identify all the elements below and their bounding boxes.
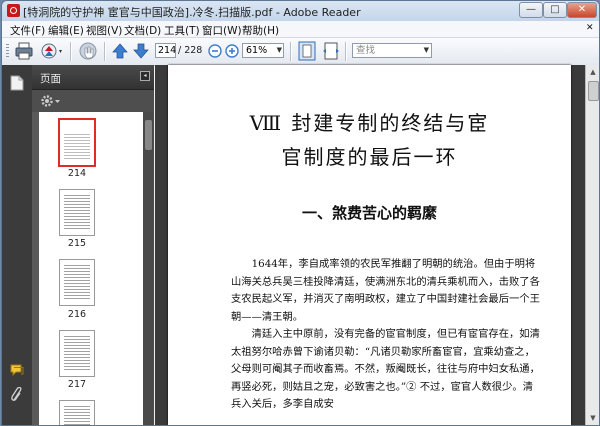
toolbar: 214 / 228 61% ▼ 查找 ▼: [2, 37, 599, 66]
window-title: [特洞院的守护神 宦官与中国政治].冷冬.扫描版.pdf - Adobe Rea…: [23, 6, 361, 19]
minimize-button[interactable]: —: [519, 2, 543, 18]
thumbnail-label: 214: [67, 168, 87, 179]
close-button[interactable]: ✕: [567, 2, 597, 18]
search-placeholder: 查找: [356, 45, 376, 56]
thumbnail-page-218[interactable]: [59, 400, 95, 425]
print-icon[interactable]: [14, 41, 34, 61]
menu-file[interactable]: 文件(F): [10, 23, 45, 38]
comments-icon[interactable]: [10, 362, 24, 378]
menu-close-doc-icon[interactable]: ✕: [586, 23, 594, 33]
panel-options-bar: [32, 90, 154, 112]
menu-bar: 文件(F) 编辑(E) 视图(V) 文档(D) 工具(T) 窗口(W) 帮助(H…: [2, 21, 599, 37]
attachments-icon[interactable]: [10, 387, 24, 403]
search-input[interactable]: 查找 ▼: [352, 43, 432, 58]
next-page-icon[interactable]: [133, 41, 149, 61]
menu-view[interactable]: 视图(V): [86, 23, 122, 38]
document-area: Ⅷ 封建专制的终结与宦 官制度的最后一环 一、煞费苦心的羁縻 1644年，李自成…: [155, 65, 599, 425]
thumbnail-label: 216: [67, 309, 87, 320]
maximize-button[interactable]: □: [543, 2, 567, 18]
document-page: Ⅷ 封建专制的终结与宦 官制度的最后一环 一、煞费苦心的羁縻 1644年，李自成…: [168, 65, 571, 425]
share-icon[interactable]: [40, 41, 64, 61]
menu-tools[interactable]: 工具(T): [164, 23, 200, 38]
collapse-panel-button[interactable]: ◂: [140, 71, 150, 81]
menu-window[interactable]: 窗口(W): [202, 23, 242, 38]
thumbnail-scrollbar[interactable]: [143, 112, 154, 425]
paragraph-1: 1644年，李自成率领的农民军推翻了明朝的统治。但由于明将山海关总兵吴三桂投降清…: [231, 258, 540, 323]
thumbnail-page-216[interactable]: [59, 259, 95, 306]
reader-window: [特洞院的守护神 宦官与中国政治].冷冬.扫描版.pdf - Adobe Rea…: [1, 0, 600, 426]
chapter-title-line-1: Ⅷ 封建专制的终结与宦: [249, 111, 490, 135]
page-number-input[interactable]: 214: [155, 43, 176, 58]
scroll-down-icon[interactable]: ▼: [586, 411, 599, 425]
toolbar-grip[interactable]: [6, 44, 9, 59]
pages-panel: 页面 ◂ 214 215 216 217: [32, 65, 154, 425]
title-bar: [特洞院的守护神 宦官与中国政治].冷冬.扫描版.pdf - Adobe Rea…: [2, 1, 599, 22]
adobe-reader-icon: [7, 4, 20, 17]
thumbnail-page-217[interactable]: [59, 330, 95, 377]
pages-icon[interactable]: [10, 75, 24, 91]
thumbnail-list: 214 215 216 217: [39, 112, 143, 425]
document-scrollbar[interactable]: ▲ ▼: [585, 65, 599, 425]
zoom-out-icon[interactable]: [208, 41, 222, 61]
chevron-down-icon: ▼: [276, 46, 282, 54]
fit-width-icon[interactable]: [322, 41, 340, 61]
menu-edit[interactable]: 编辑(E): [48, 23, 84, 38]
options-gear-icon[interactable]: [40, 94, 62, 108]
pages-panel-title: 页面: [40, 73, 61, 85]
navigation-strip: [2, 65, 33, 425]
chevron-down-icon: ▼: [423, 46, 429, 54]
menu-document[interactable]: 文档(D): [124, 23, 161, 38]
pages-panel-header: 页面 ◂: [32, 65, 154, 90]
scroll-up-icon[interactable]: ▲: [586, 65, 599, 79]
thumbnail-label: 215: [67, 238, 87, 249]
zoom-value: 61%: [246, 45, 268, 56]
thumbnail-page-214[interactable]: [58, 118, 96, 167]
menu-help[interactable]: 帮助(H): [242, 23, 279, 38]
section-title: 一、煞费苦心的羁縻: [301, 204, 437, 222]
scroll-thumb[interactable]: [588, 81, 599, 101]
page-total: / 228: [178, 45, 203, 56]
previous-page-icon[interactable]: [112, 41, 128, 61]
thumbnail-label: 217: [67, 379, 87, 390]
fit-page-icon[interactable]: [298, 41, 316, 61]
thumbnail-page-215[interactable]: [59, 189, 95, 236]
zoom-in-icon[interactable]: [225, 41, 239, 61]
zoom-select[interactable]: 61% ▼: [242, 43, 284, 58]
chapter-title-line-2: 官制度的最后一环: [281, 145, 458, 169]
paragraph-2: 清廷入主中原前，没有完备的宦官制度，但已有宦官存在，如清太祖努尔哈赤曾下谕诸贝勒…: [231, 328, 540, 410]
hand-tool-icon[interactable]: [78, 41, 98, 61]
